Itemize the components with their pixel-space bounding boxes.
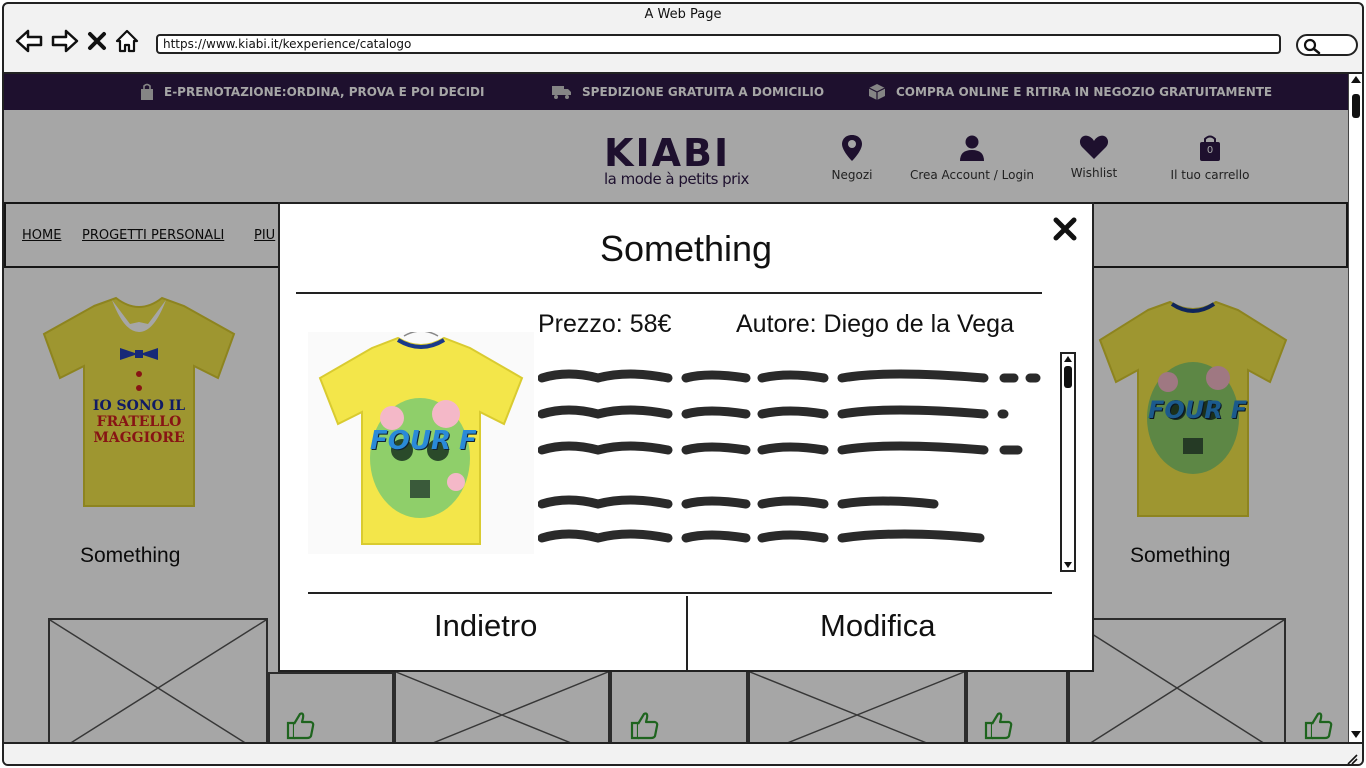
address-bar[interactable]: https://www.kiabi.it/kexperience/catalog… — [156, 34, 1281, 54]
scroll-down-arrow-icon[interactable] — [1351, 731, 1361, 738]
resize-grip-icon[interactable] — [1346, 750, 1358, 764]
modal-title: Something — [599, 228, 773, 269]
shirt-print-word: FOUR — [370, 426, 451, 456]
home-icon[interactable] — [114, 28, 140, 54]
modal-product-image: FOUR F — [308, 330, 534, 554]
scrollbar-thumb[interactable] — [1064, 366, 1072, 388]
shirt-print-word: F — [459, 426, 477, 456]
edit-button[interactable]: Modifica — [820, 608, 935, 644]
stop-icon[interactable] — [86, 28, 108, 54]
shirt-print-text: FOUR F — [370, 426, 477, 456]
modal-divider — [296, 292, 1042, 294]
page-viewport: E-PRENOTAZIONE:ORDINA, PROVA E POI DECID… — [4, 74, 1348, 742]
back-button[interactable]: Indietro — [434, 608, 537, 644]
forward-arrow-icon[interactable] — [50, 28, 80, 54]
page-vertical-scrollbar[interactable] — [1348, 74, 1362, 742]
scroll-up-arrow-icon[interactable] — [1064, 356, 1072, 362]
button-separator — [686, 596, 688, 670]
page-horizontal-scrollbar[interactable] — [4, 742, 1362, 764]
browser-nav-buttons — [14, 26, 140, 56]
modal-divider — [308, 592, 1052, 594]
browser-search-field[interactable] — [1296, 34, 1358, 56]
browser-window: A Web Page https://www.kiabi.it/kexperie… — [2, 2, 1364, 766]
product-detail-modal: Something FOUR F Prezzo: 58€ Autore: Die… — [278, 202, 1094, 672]
author-label: Autore: Diego de la Vega — [736, 310, 1014, 338]
scrollbar-thumb[interactable] — [1352, 94, 1360, 118]
back-arrow-icon[interactable] — [14, 28, 44, 54]
close-icon[interactable] — [1052, 216, 1078, 246]
scroll-up-arrow-icon[interactable] — [1351, 76, 1361, 83]
scroll-down-arrow-icon[interactable] — [1064, 562, 1072, 568]
description-scrollbar[interactable] — [1060, 352, 1076, 572]
window-title: A Web Page — [644, 7, 722, 22]
description-scribble-text — [538, 369, 1041, 543]
price-label: Prezzo: 58€ — [538, 310, 672, 338]
